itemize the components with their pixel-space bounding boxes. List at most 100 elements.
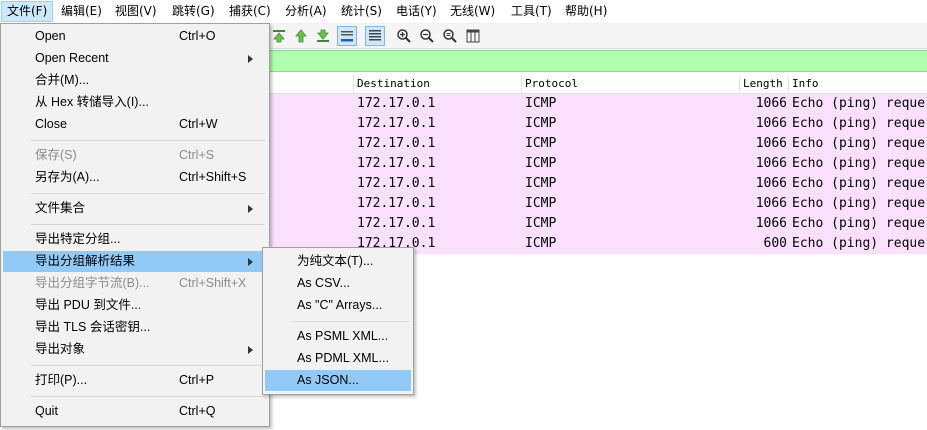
menu-item-save[interactable]: 保存(S) Ctrl+S — [3, 145, 265, 166]
menu-item-export-pdu[interactable]: 导出 PDU 到文件... — [3, 295, 265, 316]
menu-item-export-bytes[interactable]: 导出分组字节流(B)... Ctrl+Shift+X — [3, 273, 265, 294]
resize-columns-icon[interactable] — [464, 27, 482, 45]
menu-item-open-recent[interactable]: Open Recent — [3, 48, 265, 69]
menu-item-file-set[interactable]: 文件集合 — [3, 198, 265, 219]
menu-item-label: Open Recent — [35, 51, 109, 65]
menu-separator — [31, 193, 265, 194]
first-packet-icon[interactable] — [270, 27, 288, 45]
menu-item-print[interactable]: 打印(P)... Ctrl+P — [3, 370, 265, 391]
menu-item-label: 导出特定分组... — [35, 232, 121, 246]
menu-item-label: 导出分组字节流(B)... — [35, 276, 150, 290]
menu-file[interactable]: 文件(F) — [1, 1, 54, 22]
menu-view[interactable]: 视图(V) — [110, 2, 162, 21]
menu-telephony[interactable]: 电话(Y) — [391, 2, 442, 21]
menu-edit[interactable]: 编辑(E) — [56, 2, 107, 21]
menu-statistics[interactable]: 统计(S) — [336, 2, 387, 21]
last-packet-icon[interactable] — [314, 27, 332, 45]
cell-info: Echo (ping) reque — [792, 176, 926, 191]
menu-item-label: 文件集合 — [35, 201, 86, 215]
menu-item-label: As PDML XML... — [297, 351, 389, 365]
submenu-arrow-icon — [248, 55, 253, 63]
menu-item-label: 另存为(A)... — [35, 170, 100, 184]
column-header-info[interactable]: Info — [788, 75, 927, 93]
cell-info: Echo (ping) reque — [792, 216, 926, 231]
menu-item-label: As JSON... — [297, 373, 359, 387]
menu-item-label: 导出对象 — [35, 342, 86, 356]
menu-item-export-specified[interactable]: 导出特定分组... — [3, 229, 265, 250]
menu-item-export-objects[interactable]: 导出对象 — [3, 339, 265, 360]
cell-length: 1066 — [755, 176, 787, 191]
menu-item-label: Open — [35, 29, 66, 43]
cell-length: 1066 — [755, 96, 787, 111]
cell-destination: 172.17.0.1 — [357, 136, 436, 151]
menu-item-export-tls[interactable]: 导出 TLS 会话密钥... — [3, 317, 265, 338]
cell-destination: 172.17.0.1 — [357, 176, 436, 191]
zoom-in-icon[interactable] — [395, 27, 413, 45]
menu-item-shortcut: Ctrl+Q — [179, 404, 216, 418]
menu-item-label: 合并(M)... — [35, 73, 90, 87]
cell-protocol: ICMP — [525, 236, 557, 251]
cell-protocol: ICMP — [525, 196, 557, 211]
menu-capture[interactable]: 捕获(C) — [224, 2, 276, 21]
cell-destination: 172.17.0.1 — [357, 156, 436, 171]
menu-item-label: 保存(S) — [35, 148, 77, 162]
submenu-item-psml[interactable]: As PSML XML... — [265, 326, 411, 347]
menu-separator — [31, 365, 265, 366]
zoom-normal-icon[interactable] — [441, 27, 459, 45]
autoscroll-icon[interactable] — [337, 26, 357, 46]
menu-separator — [31, 140, 265, 141]
menu-item-save-as[interactable]: 另存为(A)... Ctrl+Shift+S — [3, 167, 265, 188]
cell-protocol: ICMP — [525, 176, 557, 191]
zoom-out-icon[interactable] — [418, 27, 436, 45]
submenu-arrow-icon — [248, 346, 253, 354]
menu-bar: 文件(F) 编辑(E) 视图(V) 跳转(G) 捕获(C) 分析(A) 统计(S… — [0, 0, 927, 24]
cell-info: Echo (ping) reque — [792, 116, 926, 131]
menu-item-label: Close — [35, 117, 67, 131]
cell-length: 1066 — [755, 136, 787, 151]
menu-wireless[interactable]: 无线(W) — [445, 2, 500, 21]
cell-protocol: ICMP — [525, 136, 557, 151]
menu-separator — [293, 321, 409, 322]
submenu-item-json[interactable]: As JSON... — [265, 370, 411, 391]
menu-item-shortcut: Ctrl+W — [179, 117, 218, 131]
menu-item-shortcut: Ctrl+P — [179, 373, 215, 387]
menu-help[interactable]: 帮助(H) — [560, 2, 612, 21]
menu-analyze[interactable]: 分析(A) — [280, 2, 332, 21]
menu-item-quit[interactable]: Quit Ctrl+Q — [3, 401, 265, 422]
submenu-item-c-arrays[interactable]: As "C" Arrays... — [265, 295, 411, 316]
menu-go[interactable]: 跳转(G) — [167, 2, 220, 21]
menu-item-label: 从 Hex 转储导入(I)... — [35, 95, 149, 109]
go-to-packet-up-icon[interactable] — [292, 27, 310, 45]
colorize-icon[interactable] — [365, 26, 385, 46]
menu-item-import-hex[interactable]: 从 Hex 转储导入(I)... — [3, 92, 265, 113]
menu-item-close[interactable]: Close Ctrl+W — [3, 114, 265, 135]
cell-protocol: ICMP — [525, 156, 557, 171]
menu-item-export-dissections[interactable]: 导出分组解析结果 — [3, 251, 265, 272]
column-header-length[interactable]: Length — [739, 75, 790, 93]
menu-item-shortcut: Ctrl+Shift+X — [179, 276, 247, 290]
menu-item-label: Quit — [35, 404, 58, 418]
submenu-item-csv[interactable]: As CSV... — [265, 273, 411, 294]
menu-item-shortcut: Ctrl+O — [179, 29, 216, 43]
cell-protocol: ICMP — [525, 96, 557, 111]
menu-item-open[interactable]: Open Ctrl+O — [3, 26, 265, 47]
column-header-destination[interactable]: Destination — [353, 75, 523, 93]
menu-item-shortcut: Ctrl+S — [179, 148, 215, 162]
submenu-item-plain-text[interactable]: 为纯文本(T)... — [265, 251, 411, 272]
cell-destination: 172.17.0.1 — [357, 96, 436, 111]
menu-item-label: As PSML XML... — [297, 329, 389, 343]
menu-tools[interactable]: 工具(T) — [506, 2, 557, 21]
cell-info: Echo (ping) reque — [792, 236, 926, 251]
menu-item-label: 打印(P)... — [35, 373, 88, 387]
cell-length: 1066 — [755, 116, 787, 131]
menu-item-label: As CSV... — [297, 276, 351, 290]
menu-item-label: 导出 TLS 会话密钥... — [35, 320, 151, 334]
cell-length: 600 — [763, 236, 787, 251]
column-header-protocol[interactable]: Protocol — [521, 75, 741, 93]
submenu-item-pdml[interactable]: As PDML XML... — [265, 348, 411, 369]
menu-item-shortcut: Ctrl+Shift+S — [179, 170, 247, 184]
file-menu-dropdown: Open Ctrl+O Open Recent 合并(M)... 从 Hex 转… — [0, 23, 270, 427]
menu-item-label: As "C" Arrays... — [297, 298, 383, 312]
export-dissections-submenu: 为纯文本(T)... As CSV... As "C" Arrays... As… — [262, 247, 414, 395]
menu-item-merge[interactable]: 合并(M)... — [3, 70, 265, 91]
